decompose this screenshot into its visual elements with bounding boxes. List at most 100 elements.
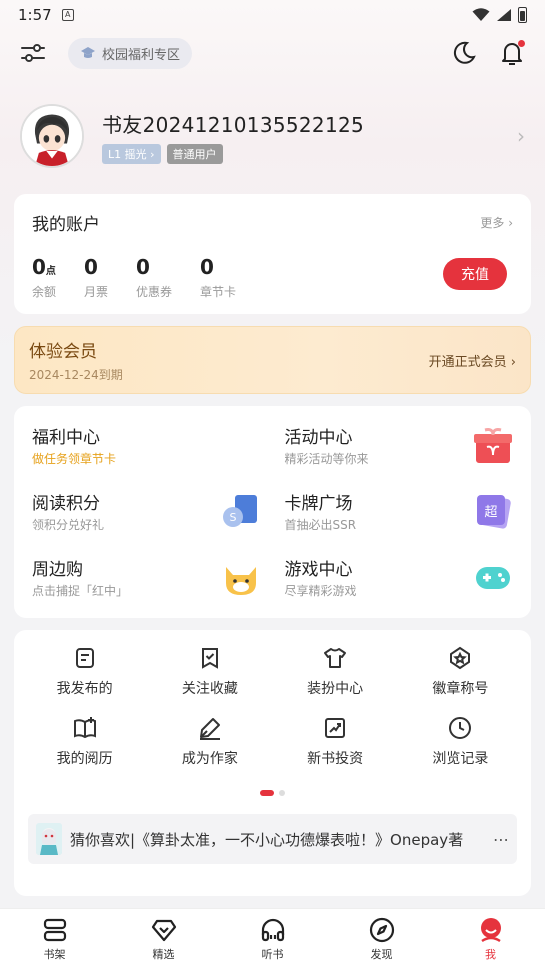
feature-title: 周边购: [32, 560, 83, 580]
settings-sliders-icon[interactable]: [20, 40, 46, 66]
stat-unit: 点: [45, 266, 56, 277]
feature-title: 卡牌广场: [284, 494, 353, 514]
tool-label: 浏览记录: [432, 751, 489, 767]
tool-dressup-center[interactable]: 装扮中心: [273, 646, 398, 698]
feature-subtitle: 精彩活动等你来: [284, 452, 369, 466]
feature-title: 阅读积分: [32, 494, 100, 514]
tab-audiobook[interactable]: 听书: [218, 909, 327, 970]
tool-browse-history[interactable]: 浏览记录: [398, 716, 523, 768]
account-title: 我的账户: [32, 215, 100, 235]
feature-subtitle: 首抽必出SSR: [284, 518, 357, 532]
clock-icon: [449, 717, 472, 739]
vip-expiry: 2024-12-24到期: [29, 368, 123, 382]
notification-bell[interactable]: [499, 40, 525, 66]
headphones-icon: [261, 918, 284, 942]
open-vip-button[interactable]: 开通正式会员 ›: [429, 351, 516, 370]
profile-header[interactable]: 书友20241210135522125 L1 摇光 › 普通用户 ›: [0, 86, 545, 186]
more-options-icon[interactable]: ⋯: [493, 830, 509, 849]
tab-label: 听书: [261, 948, 284, 961]
tab-label: 精选: [152, 948, 175, 961]
stat-value: 0: [200, 255, 214, 279]
stat-monthly-ticket[interactable]: 0 月票: [84, 255, 108, 300]
tool-label: 关注收藏: [181, 681, 238, 697]
chart-icon: [325, 718, 346, 738]
stat-balance[interactable]: 0点 余额: [32, 255, 56, 300]
book-plus-icon: [73, 717, 96, 739]
chevron-right-icon[interactable]: ›: [517, 124, 525, 148]
tool-my-posts[interactable]: 我发布的: [22, 646, 147, 698]
tool-label: 新书投资: [307, 751, 364, 767]
feature-subtitle: 点击捕捉「红中」: [32, 584, 129, 598]
features-card: 福利中心 做任务领章节卡 活动中心 精彩活动等你来 阅读积分 领积分兑好礼 S …: [14, 406, 531, 618]
tool-badge-title[interactable]: 徽章称号: [398, 646, 523, 698]
campus-chip-label: 校园福利专区: [102, 47, 181, 63]
tool-follow-collect[interactable]: 关注收藏: [147, 646, 272, 698]
diamond-icon: [151, 919, 176, 942]
status-bar: 1:57 A: [0, 0, 545, 30]
feature-reading-points[interactable]: 阅读积分 领积分兑好礼 S: [32, 490, 261, 532]
signal-icon: [497, 9, 511, 21]
compass-icon: [369, 917, 394, 943]
avatar[interactable]: [20, 104, 84, 168]
account-card: 我的账户 更多 › 0点 余额 0 月票 0 优惠券 0 章节卡 充值: [14, 194, 531, 314]
tool-become-author[interactable]: 成为作家: [147, 716, 272, 768]
recharge-button[interactable]: 充值: [443, 258, 507, 290]
bookmark-check-icon: [201, 648, 218, 669]
vip-card[interactable]: 体验会员 2024-12-24到期 开通正式会员 ›: [14, 326, 531, 394]
tab-label: 发现: [370, 948, 393, 961]
tab-label: 我: [485, 948, 496, 961]
pen-icon: [199, 718, 220, 740]
tab-bookshelf[interactable]: 书架: [0, 909, 109, 970]
tool-label: 我的阅历: [56, 751, 113, 767]
tool-label: 我发布的: [56, 681, 113, 697]
stat-value: 0: [136, 255, 150, 279]
feature-welfare-center[interactable]: 福利中心 做任务领章节卡: [32, 424, 261, 466]
feature-title: 游戏中心: [284, 560, 353, 580]
account-more-link[interactable]: 更多 ›: [480, 214, 513, 231]
sim-icon: A: [61, 9, 74, 21]
tab-discover[interactable]: 发现: [327, 909, 436, 970]
stat-label: 章节卡: [200, 285, 237, 299]
tab-me[interactable]: 我: [436, 909, 545, 970]
feature-title: 福利中心: [32, 428, 100, 448]
profile-icon: [480, 918, 501, 943]
feature-merch-shop[interactable]: 周边购 点击捕捉「红中」: [32, 556, 261, 598]
tools-card: 我发布的 关注收藏 装扮中心 徽章称号 我的阅历 成为作家 新书投资 浏览记录: [14, 630, 531, 896]
tools-pager: [22, 790, 523, 796]
cat-icon: [221, 557, 261, 597]
wifi-icon: [472, 8, 490, 21]
stat-label: 余额: [32, 285, 57, 299]
svg-text:S: S: [229, 511, 236, 524]
tab-featured[interactable]: 精选: [109, 909, 218, 970]
feature-subtitle: 做任务领章节卡: [32, 452, 117, 466]
moon-icon[interactable]: [451, 40, 477, 66]
stat-coupon[interactable]: 0 优惠券: [136, 255, 172, 300]
tool-new-book-invest[interactable]: 新书投资: [273, 716, 398, 768]
campus-welfare-chip[interactable]: 校园福利专区: [68, 37, 193, 69]
shirt-icon: [324, 648, 347, 668]
pager-dot-active: [260, 790, 274, 796]
points-icon: S: [221, 491, 261, 531]
tab-label: 书架: [43, 948, 66, 961]
feature-card-square[interactable]: 卡牌广场 首抽必出SSR 超: [285, 490, 514, 532]
tool-label: 装扮中心: [307, 681, 364, 697]
stat-value: 0: [84, 255, 98, 279]
recommend-banner[interactable]: 猜你喜欢|《算卦太准，一不小心功德爆表啦！》Onepay著 ⋯: [28, 814, 517, 864]
vip-title: 体验会员: [29, 342, 97, 362]
svg-text:超: 超: [484, 505, 497, 520]
tool-label: 成为作家: [181, 751, 238, 767]
book-cover-thumbnail: [36, 823, 62, 855]
notification-dot: [518, 40, 525, 47]
stat-label: 优惠券: [136, 285, 173, 299]
level-badge[interactable]: L1 摇光 ›: [102, 143, 161, 164]
tool-reading-history[interactable]: 我的阅历: [22, 716, 147, 768]
feature-subtitle: 尽享精彩游戏: [284, 584, 357, 598]
stat-value: 0: [32, 255, 46, 279]
tool-label: 徽章称号: [432, 681, 489, 697]
feature-game-center[interactable]: 游戏中心 尽享精彩游戏: [285, 556, 514, 598]
user-type-badge: 普通用户: [166, 143, 223, 164]
graduation-cap-icon: [81, 47, 95, 58]
feature-activity-center[interactable]: 活动中心 精彩活动等你来: [285, 424, 514, 466]
stat-chapter-card[interactable]: 0 章节卡: [200, 255, 236, 300]
badge-icon: [450, 646, 471, 670]
